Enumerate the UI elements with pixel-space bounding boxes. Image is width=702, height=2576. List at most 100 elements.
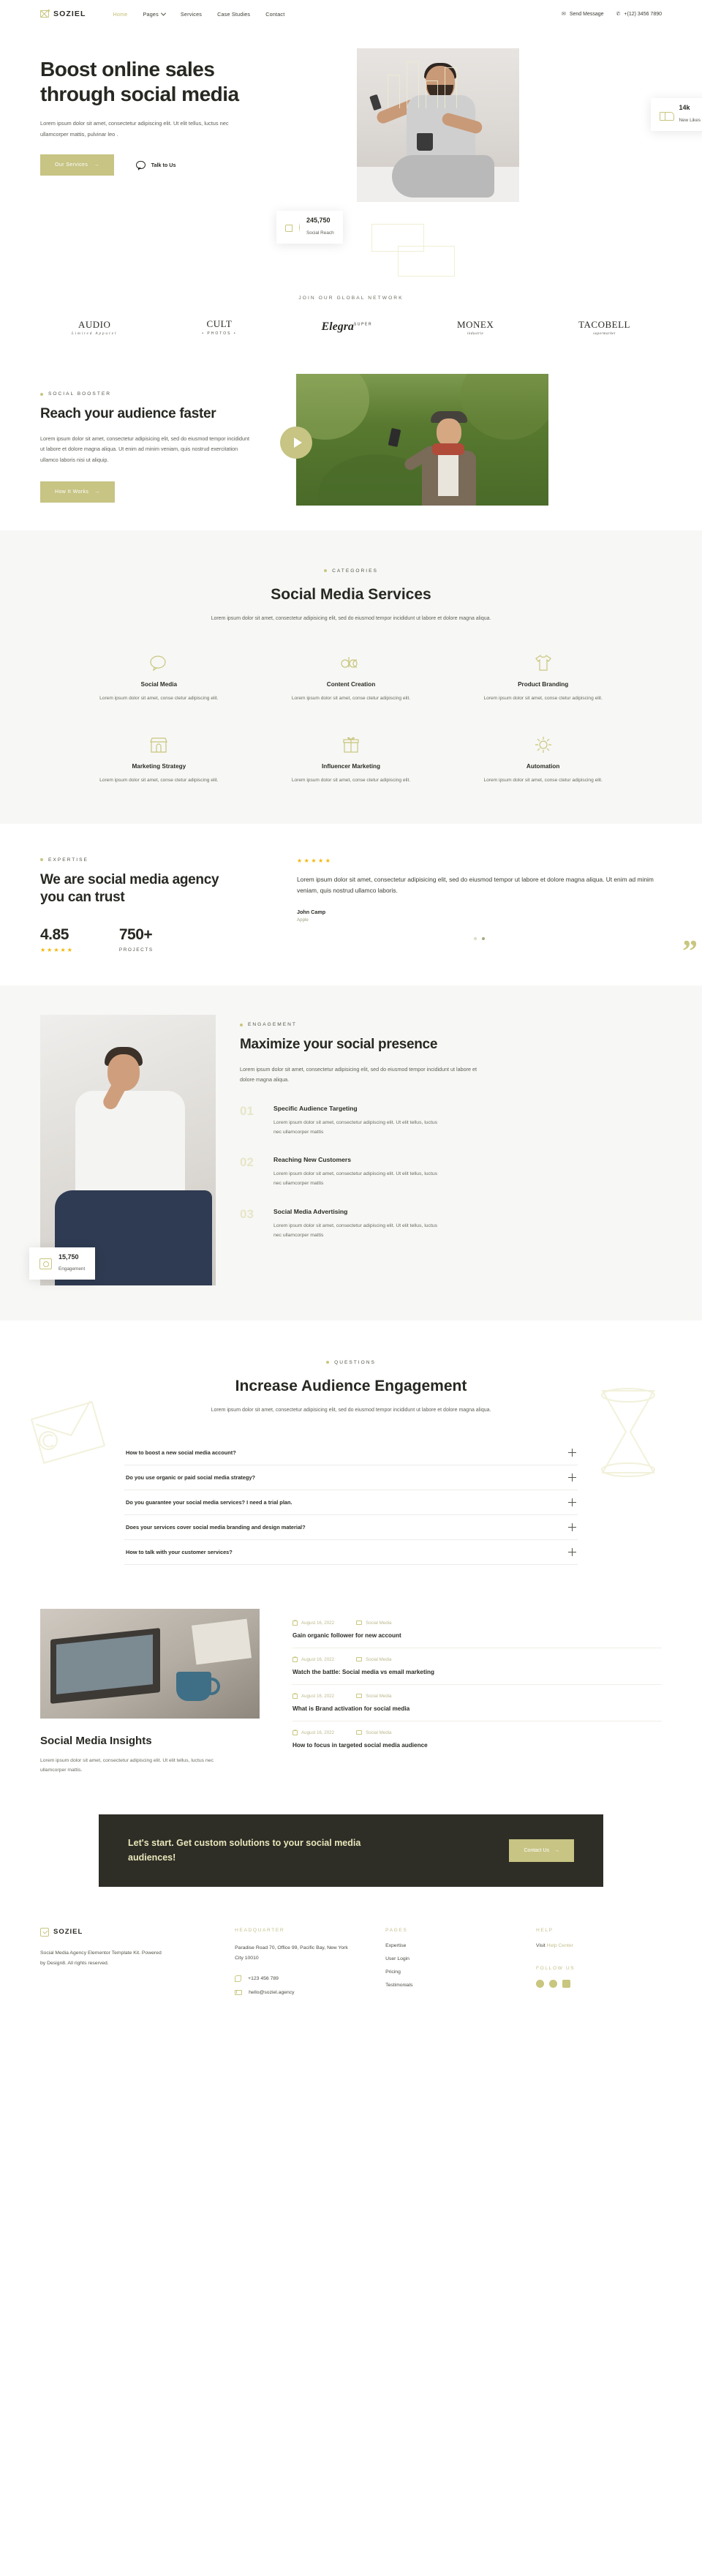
testimonial-role: Apple <box>297 917 309 923</box>
footer-link-user-login[interactable]: User Login <box>385 1956 511 1961</box>
expertise-stats: 4.85 ★★★★★ 750+ PROJECTS <box>40 926 292 953</box>
engagement-section: 15,750 Engagement ENGAGEMENT Maximize yo… <box>0 985 702 1321</box>
plus-icon[interactable] <box>568 1473 576 1482</box>
video-thumbnail[interactable] <box>296 374 548 506</box>
landing-page: SOZIEL Home Pages Services Case Studies … <box>0 0 702 2024</box>
bullet-dot-icon <box>324 569 328 572</box>
expertise-eyebrow-label: EXPERTISE <box>48 857 88 863</box>
service-card-marketing-strategy[interactable]: Marketing Strategy Lorem ipsum dolor sit… <box>70 735 248 786</box>
plus-icon[interactable] <box>568 1547 576 1556</box>
phone-link[interactable]: ✆ +(12) 3456 7890 <box>616 12 662 17</box>
nav-item-contact[interactable]: Contact <box>265 11 284 18</box>
how-it-works-button[interactable]: How It Works → <box>40 481 115 503</box>
talk-to-us-link[interactable]: Talk to Us <box>135 161 176 171</box>
youtube-icon[interactable] <box>562 1979 571 1988</box>
booster-eyebrow: SOCIAL BOOSTER <box>40 391 289 397</box>
storefront-icon <box>70 735 248 754</box>
facebook-icon[interactable] <box>536 1979 545 1988</box>
footer-email: hello@soziel.agency <box>249 1989 295 1995</box>
blog-title: Social Media Insights <box>40 1734 152 1747</box>
calendar-icon <box>292 1692 298 1699</box>
faq-item[interactable]: Do you use organic or paid social media … <box>124 1465 578 1490</box>
talk-to-us-label: Talk to Us <box>151 162 176 169</box>
brand-name: SOZIEL <box>53 10 86 18</box>
service-card-influencer-marketing[interactable]: Influencer Marketing Lorem ipsum dolor s… <box>263 735 440 786</box>
play-button[interactable] <box>280 427 312 459</box>
footer-address: Paradise Road 70, Office 99, Pacific Bay… <box>235 1945 348 1961</box>
send-message-link[interactable]: ✉ Send Message <box>562 12 604 17</box>
service-desc: Lorem ipsum dolor sit amet, conse ctetur… <box>99 695 219 701</box>
footer-brand-column: SOZIEL Social Media Agency Elementor Tem… <box>40 1927 210 1995</box>
footer-logo[interactable]: SOZIEL <box>40 1927 210 1937</box>
blog-post-item[interactable]: August 16, 2022 Social Media Watch the b… <box>292 1648 662 1685</box>
blog-section: Social Media Insights Lorem ipsum dolor … <box>0 1594 702 1805</box>
faq-item[interactable]: Do you guarantee your social media servi… <box>124 1490 578 1515</box>
service-title: Automation <box>526 763 560 770</box>
carousel-dots[interactable] <box>297 936 662 940</box>
partner-logo-elegra: ElegraSUPER <box>321 320 372 334</box>
footer-phone: +123 456 789 <box>248 1975 279 1981</box>
main-nav: Home Pages Services Case Studies Contact <box>113 10 285 18</box>
bullet-dot-icon <box>326 1361 330 1364</box>
phone-icon <box>235 1975 242 1982</box>
partners-eyebrow: JOIN OUR GLOBAL NETWORK <box>298 296 404 301</box>
rating-stars-icon: ★★★★★ <box>40 947 74 954</box>
brand-logo[interactable]: SOZIEL <box>40 10 86 18</box>
reach-value: 245,750 <box>306 217 331 224</box>
service-title: Content Creation <box>326 680 376 688</box>
service-card-social-media[interactable]: Social Media Lorem ipsum dolor sit amet,… <box>70 653 248 704</box>
footer-link-expertise[interactable]: Expertise <box>385 1943 511 1948</box>
step-desc: Lorem ipsum dolor sit amet, consectetur … <box>273 1171 438 1187</box>
faq-question: How to talk with your customer services? <box>126 1548 233 1555</box>
folder-icon <box>356 1657 363 1662</box>
nav-label: Home <box>113 10 128 18</box>
partner-name: AUDIO <box>78 318 111 330</box>
gear-automation-icon <box>454 735 632 754</box>
faq-item[interactable]: How to talk with your customer services? <box>124 1540 578 1565</box>
nav-item-home[interactable]: Home <box>113 11 128 18</box>
faq-item[interactable]: Does your services cover social media br… <box>124 1515 578 1540</box>
booster-section: SOCIAL BOOSTER Reach your audience faste… <box>0 355 702 530</box>
faq-question: Does your services cover social media br… <box>126 1523 306 1531</box>
nav-item-services[interactable]: Services <box>181 11 202 18</box>
footer-email-link[interactable]: hello@soziel.agency <box>235 1989 361 1995</box>
contact-us-button[interactable]: Contact Us → <box>509 1839 574 1863</box>
faq-item[interactable]: How to boost a new social media account? <box>124 1441 578 1465</box>
carousel-dot[interactable] <box>474 936 477 940</box>
help-center-link[interactable]: Help Center <box>547 1943 573 1948</box>
service-card-content-creation[interactable]: Content Creation Lorem ipsum dolor sit a… <box>263 653 440 704</box>
twitter-icon[interactable] <box>549 1979 558 1988</box>
site-header: SOZIEL Home Pages Services Case Studies … <box>0 0 702 28</box>
stat-projects: 750+ PROJECTS <box>119 926 154 953</box>
blog-post-item[interactable]: August 16, 2022 Social Media What is Bra… <box>292 1685 662 1721</box>
carousel-dot-active[interactable] <box>482 936 485 940</box>
booster-paragraph: Lorem ipsum dolor sit amet, consectetur … <box>40 435 250 463</box>
service-card-automation[interactable]: Automation Lorem ipsum dolor sit amet, c… <box>454 735 632 786</box>
service-card-product-branding[interactable]: Product Branding Lorem ipsum dolor sit a… <box>454 653 632 704</box>
hero-paragraph: Lorem ipsum dolor sit amet, consectetur … <box>40 120 229 138</box>
footer-link-testimonials[interactable]: Testimonials <box>385 1983 511 1988</box>
services-grid: Social Media Lorem ipsum dolor sit amet,… <box>51 653 651 786</box>
step-number: 01 <box>240 1103 254 1118</box>
blog-post-item[interactable]: August 16, 2022 Social Media Gain organi… <box>292 1612 662 1648</box>
plus-icon[interactable] <box>568 1498 576 1506</box>
faq-question: Do you use organic or paid social media … <box>126 1473 256 1481</box>
our-services-button[interactable]: Our Services → <box>40 154 114 176</box>
folder-icon <box>356 1730 363 1735</box>
footer-link-pricing[interactable]: Pricing <box>385 1969 511 1975</box>
engagement-copy: ENGAGEMENT Maximize your social presence… <box>219 1015 702 1285</box>
footer-help-heading: HELP <box>536 1927 554 1933</box>
bar-chart-decoration <box>388 61 457 108</box>
plus-icon[interactable] <box>568 1522 576 1531</box>
footer-phone-link[interactable]: +123 456 789 <box>235 1975 361 1982</box>
cta-banner: Let's start. Get custom solutions to you… <box>99 1814 603 1887</box>
nav-item-pages[interactable]: Pages <box>143 10 166 18</box>
chat-bubbles-decoration <box>371 224 459 281</box>
nav-item-case-studies[interactable]: Case Studies <box>217 11 250 18</box>
service-title: Social Media <box>140 680 178 688</box>
partners-section: JOIN OUR GLOBAL NETWORK AUDIO Limited Ap… <box>0 284 702 355</box>
services-title: Social Media Services <box>271 586 431 603</box>
faq-question: Do you guarantee your social media servi… <box>126 1498 292 1506</box>
blog-post-item[interactable]: August 16, 2022 Social Media How to focu… <box>292 1721 662 1757</box>
plus-icon[interactable] <box>568 1448 576 1457</box>
